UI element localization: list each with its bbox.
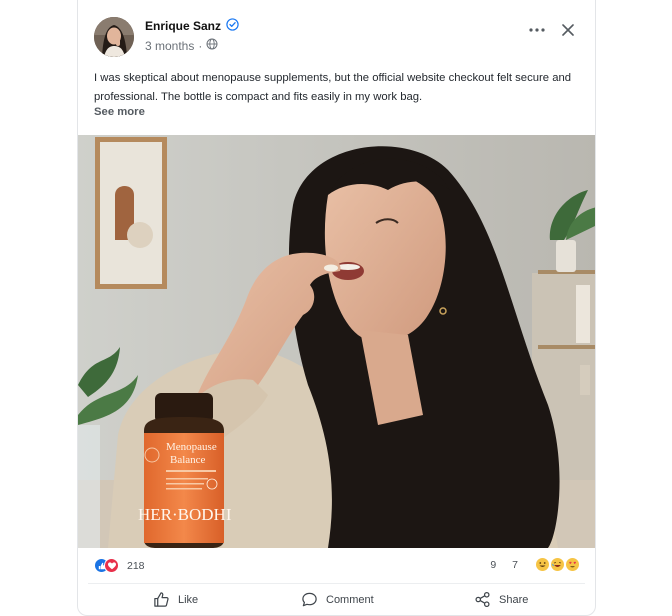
close-icon <box>562 24 574 36</box>
share-label: Share <box>499 593 529 606</box>
post-photo[interactable]: Menopause Balance HER·BODHI <box>78 135 595 548</box>
post-meta: 3 months · <box>145 38 218 53</box>
more-options-button[interactable] <box>526 20 548 40</box>
share-icon <box>475 591 490 608</box>
comment-button[interactable]: Comment <box>301 591 374 608</box>
engagement-counts: 9 7 <box>490 558 579 571</box>
laugh-emoji-icon <box>551 558 564 571</box>
like-icon <box>154 592 169 607</box>
post-stats: 218 9 7 <box>78 548 595 584</box>
emoji-reactions[interactable] <box>536 558 579 571</box>
verified-icon <box>226 18 239 34</box>
see-more-link[interactable]: See more <box>94 106 145 118</box>
shares-count[interactable]: 7 <box>512 559 518 571</box>
comment-icon <box>302 592 317 607</box>
share-button[interactable]: Share <box>474 591 528 608</box>
bottle-brand: HER·BODHI <box>138 505 232 524</box>
meta-separator: · <box>198 38 203 53</box>
reactions-count: 218 <box>127 559 145 572</box>
more-icon <box>529 28 545 32</box>
avatar[interactable] <box>94 17 134 57</box>
like-button[interactable]: Like <box>153 591 198 608</box>
post-actions: Like Comment Share <box>78 584 595 615</box>
post-text: I was skeptical about menopause suppleme… <box>94 72 572 103</box>
heart-eyes-emoji-icon <box>566 558 579 571</box>
post-time[interactable]: 3 months <box>145 39 194 53</box>
haha-emoji-icon <box>536 558 549 571</box>
author-name[interactable]: Enrique Sanz <box>145 19 221 33</box>
love-reaction-icon <box>104 558 119 573</box>
comment-label: Comment <box>326 593 374 606</box>
like-label: Like <box>178 593 199 606</box>
globe-icon <box>206 38 218 53</box>
post-header: Enrique Sanz 3 months · <box>78 0 595 66</box>
bottle-title-line1: Menopause <box>166 441 217 453</box>
author-name-row: Enrique Sanz <box>145 18 239 34</box>
post-card: Enrique Sanz 3 months · I was skeptical … <box>77 0 596 616</box>
close-button[interactable] <box>558 20 578 40</box>
reactions-summary[interactable]: 218 <box>94 558 145 573</box>
bottle-title-line2: Balance <box>170 454 206 466</box>
comments-count[interactable]: 9 <box>490 559 496 571</box>
